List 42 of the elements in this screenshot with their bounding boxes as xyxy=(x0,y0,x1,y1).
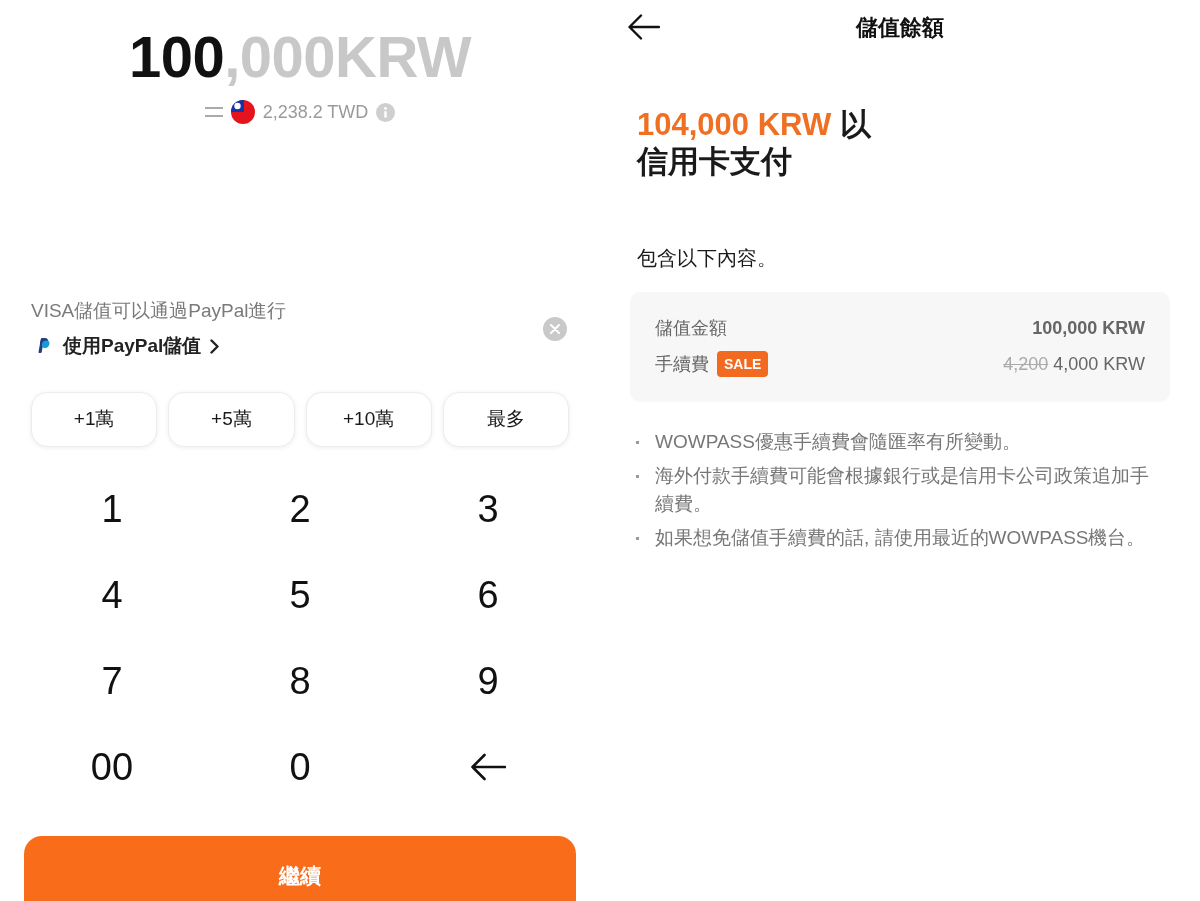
equals-icon xyxy=(204,107,223,117)
screen-title: 儲值餘額 xyxy=(856,13,944,42)
keypad-key[interactable]: 8 xyxy=(283,659,317,703)
flag-icon xyxy=(230,100,255,124)
keypad-key[interactable]: 1 xyxy=(95,487,129,531)
paypal-message: VISA儲值可以通過PayPal進行 xyxy=(31,299,287,323)
summary-value: 100,000 KRW xyxy=(1032,316,1145,340)
arrow-left-icon xyxy=(470,753,506,781)
keypad-key[interactable]: 3 xyxy=(471,487,505,531)
keypad-key[interactable]: 5 xyxy=(283,573,317,617)
bullet-icon xyxy=(636,536,639,540)
keypad-key[interactable]: 6 xyxy=(471,573,505,617)
original-price: 4,200 xyxy=(1003,352,1049,376)
sale-tag: SALE xyxy=(717,351,769,377)
note-text: WOWPASS優惠手續費會隨匯率有所變動。 xyxy=(655,430,1022,454)
arrow-left-icon xyxy=(628,14,660,40)
includes-label: 包含以下內容。 xyxy=(637,246,778,271)
note-text: 如果想免儲值手續費的話, 請使用最近的WOWPASS機台。 xyxy=(655,526,1147,550)
keypad-key[interactable]: 0 xyxy=(283,745,317,789)
note-text: 海外付款手續費可能會根據銀行或是信用卡公司政策追加手續費。 xyxy=(655,464,1150,516)
keypad-key[interactable]: 7 xyxy=(95,659,129,703)
logo-icon xyxy=(38,338,51,354)
back-button[interactable] xyxy=(628,14,660,40)
bullet-icon xyxy=(636,440,639,444)
converted-amount: 2,238.2 TWD xyxy=(262,101,369,124)
summary-label: 手續費 xyxy=(655,352,709,376)
summary-label: 儲值金額 xyxy=(655,316,727,340)
quick-amount-button[interactable]: +5萬 xyxy=(168,392,295,447)
bullet-icon xyxy=(636,474,639,478)
keypad-key[interactable]: 4 xyxy=(95,573,129,617)
keypad-key[interactable]: 9 xyxy=(471,659,505,703)
headline: 104,000 KRW 以信用卡支付 xyxy=(637,106,873,180)
paypal-link[interactable]: 使用PayPal儲值 xyxy=(31,333,287,359)
chevron-right-icon xyxy=(210,338,220,354)
quick-amount-button[interactable]: +1萬 xyxy=(31,392,158,447)
summary-value: 4,000 KRW xyxy=(1053,352,1145,376)
quick-amount-button[interactable]: 最多 xyxy=(442,392,569,447)
backspace-key[interactable] xyxy=(470,753,506,781)
quick-amount-button[interactable]: +10萬 xyxy=(305,392,432,447)
keypad-key[interactable]: 2 xyxy=(283,487,317,531)
close-icon xyxy=(550,323,560,334)
keypad-key[interactable]: 00 xyxy=(84,745,140,789)
